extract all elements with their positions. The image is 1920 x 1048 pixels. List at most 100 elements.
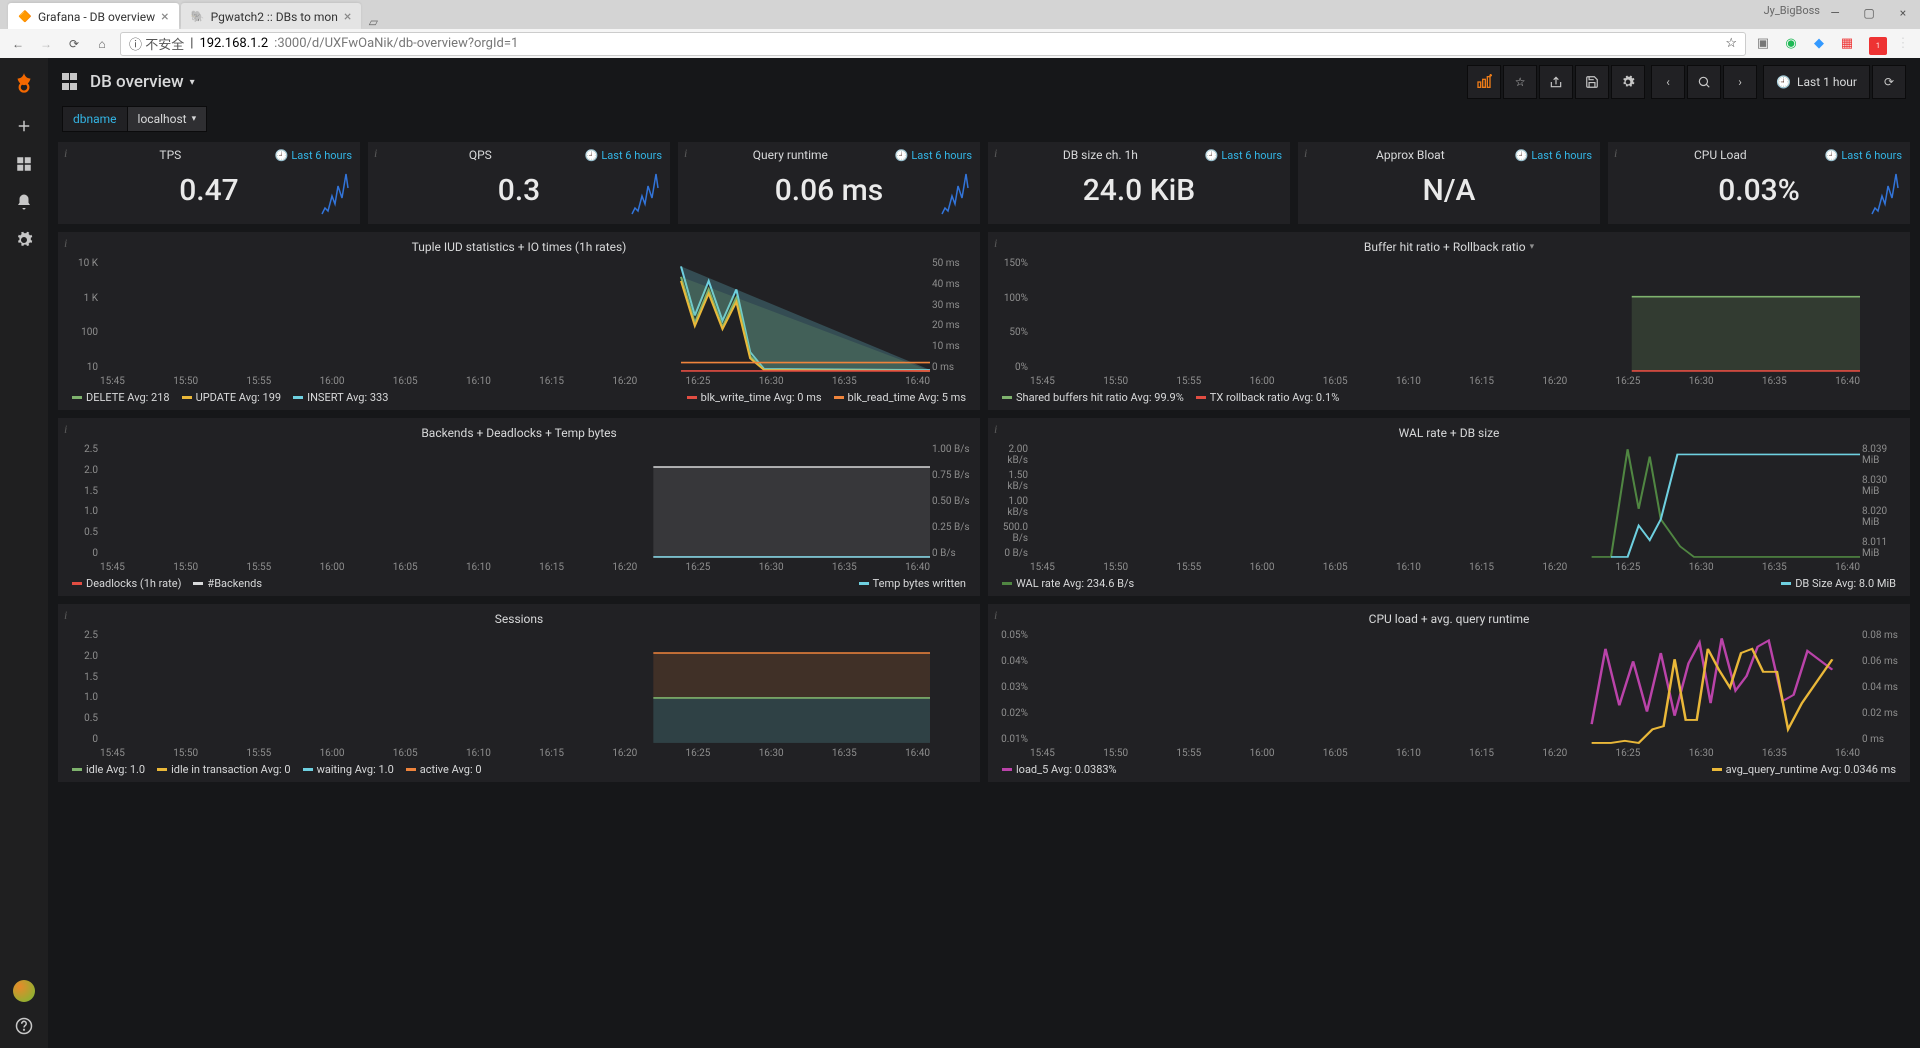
maximize-icon[interactable]: ▢: [1852, 0, 1886, 26]
stat-panel[interactable]: i QPS 🕘Last 6 hours 0.3: [368, 142, 670, 224]
legend-item[interactable]: avg_query_runtime Avg: 0.0346 ms: [1712, 763, 1896, 776]
stat-range-link[interactable]: 🕘Last 6 hours: [1515, 149, 1592, 162]
help-icon[interactable]: [14, 1016, 34, 1036]
panel-title[interactable]: WAL rate + DB size: [996, 424, 1902, 444]
legend-item[interactable]: waiting Avg: 1.0: [303, 763, 394, 776]
panel-cpu[interactable]: i CPU load + avg. query runtime 0.05%0.0…: [988, 604, 1910, 782]
alert-icon[interactable]: [14, 192, 34, 212]
ext-red-icon[interactable]: ▦: [1838, 35, 1856, 53]
new-tab-button[interactable]: ▱: [363, 15, 383, 29]
panel-title[interactable]: Sessions: [66, 610, 972, 630]
panel-sessions[interactable]: i Sessions 2.52.01.51.00.50 15:4515:5015…: [58, 604, 980, 782]
stat-panel[interactable]: i CPU Load 🕘Last 6 hours 0.03%: [1608, 142, 1910, 224]
settings-button[interactable]: [1611, 65, 1645, 99]
home-icon[interactable]: ⌂: [92, 34, 112, 54]
stat-range-link[interactable]: 🕘Last 6 hours: [895, 149, 972, 162]
add-panel-button[interactable]: [1467, 65, 1501, 99]
panel-tuple-io[interactable]: i Tuple IUD statistics + IO times (1h ra…: [58, 232, 980, 410]
ext-badge-icon[interactable]: ▤1: [1866, 35, 1884, 53]
info-icon[interactable]: i: [684, 146, 687, 161]
save-button[interactable]: [1575, 65, 1609, 99]
panel-backends[interactable]: i Backends + Deadlocks + Temp bytes 2.52…: [58, 418, 980, 596]
variable-dropdown[interactable]: localhost▾: [128, 106, 208, 132]
legend-item[interactable]: active Avg: 0: [406, 763, 482, 776]
zoom-out-button[interactable]: [1687, 65, 1721, 99]
legend-item[interactable]: Deadlocks (1h rate): [72, 577, 181, 590]
panel-title[interactable]: Buffer hit ratio + Rollback ratio ▾: [996, 238, 1902, 258]
legend-item[interactable]: WAL rate Avg: 234.6 B/s: [1002, 577, 1134, 590]
stat-panel[interactable]: i TPS 🕘Last 6 hours 0.47: [58, 142, 360, 224]
info-icon[interactable]: i: [64, 146, 67, 161]
menu-icon[interactable]: ⋮: [1894, 35, 1912, 53]
legend-item[interactable]: TX rollback ratio Avg: 0.1%: [1196, 391, 1339, 404]
url-input[interactable]: ⓘ 不安全 | 192.168.1.2:3000/d/UXFwOaNik/db-…: [120, 32, 1746, 56]
dashboards-icon[interactable]: [14, 154, 34, 174]
legend-item[interactable]: blk_write_time Avg: 0 ms: [687, 391, 822, 404]
panel-buffer-ratio[interactable]: i Buffer hit ratio + Rollback ratio ▾ 15…: [988, 232, 1910, 410]
info-icon[interactable]: i: [994, 422, 997, 437]
pocket-icon[interactable]: ▣: [1754, 35, 1772, 53]
panel-title[interactable]: Backends + Deadlocks + Temp bytes: [66, 424, 972, 444]
plot-area[interactable]: [1030, 444, 1860, 559]
plot-area[interactable]: [100, 630, 930, 745]
panel-wal[interactable]: i WAL rate + DB size 2.00 kB/s1.50 kB/s1…: [988, 418, 1910, 596]
legend-item[interactable]: idle in transaction Avg: 0: [157, 763, 290, 776]
info-icon[interactable]: i: [1614, 146, 1617, 161]
stat-range-link[interactable]: 🕘Last 6 hours: [1825, 149, 1902, 162]
panel-title[interactable]: Tuple IUD statistics + IO times (1h rate…: [66, 238, 972, 258]
stat-panel[interactable]: i DB size ch. 1h 🕘Last 6 hours 24.0 KiB: [988, 142, 1290, 224]
plot-area[interactable]: [1030, 258, 1860, 373]
info-icon[interactable]: i: [994, 146, 997, 161]
legend-item[interactable]: DB Size Avg: 8.0 MiB: [1781, 577, 1896, 590]
star-button[interactable]: ☆: [1503, 65, 1537, 99]
info-icon[interactable]: i: [64, 608, 67, 623]
close-icon[interactable]: ×: [344, 9, 351, 25]
minimize-icon[interactable]: —: [1818, 0, 1852, 26]
time-back-button[interactable]: ‹: [1651, 65, 1685, 99]
stat-panel[interactable]: i Query runtime 🕘Last 6 hours 0.06 ms: [678, 142, 980, 224]
stat-range-link[interactable]: 🕘Last 6 hours: [585, 149, 662, 162]
plot-area[interactable]: [100, 258, 930, 373]
close-icon[interactable]: ×: [161, 9, 168, 25]
star-icon[interactable]: ☆: [1725, 36, 1737, 51]
reload-icon[interactable]: ⟳: [64, 34, 84, 54]
legend-item[interactable]: INSERT Avg: 333: [293, 391, 388, 404]
info-icon[interactable]: i: [64, 236, 67, 251]
adblock-icon[interactable]: ◉: [1782, 35, 1800, 53]
legend-item[interactable]: #Backends: [193, 577, 262, 590]
time-range-picker[interactable]: 🕘 Last 1 hour: [1763, 65, 1870, 99]
forward-icon[interactable]: →: [36, 34, 56, 54]
info-icon[interactable]: i: [994, 236, 997, 251]
gear-icon[interactable]: [14, 230, 34, 250]
info-icon[interactable]: ⓘ 不安全: [129, 34, 184, 53]
close-icon[interactable]: ×: [1886, 0, 1920, 26]
legend-item[interactable]: blk_read_time Avg: 5 ms: [834, 391, 966, 404]
stat-range-link[interactable]: 🕘Last 6 hours: [1205, 149, 1282, 162]
info-icon[interactable]: i: [994, 608, 997, 623]
plus-icon[interactable]: [14, 116, 34, 136]
legend-item[interactable]: Shared buffers hit ratio Avg: 99.9%: [1002, 391, 1184, 404]
legend-item[interactable]: DELETE Avg: 218: [72, 391, 170, 404]
browser-tab-active[interactable]: 🔶 Grafana - DB overview ×: [8, 3, 179, 29]
info-icon[interactable]: i: [1304, 146, 1307, 161]
info-icon[interactable]: i: [64, 422, 67, 437]
user-avatar-icon[interactable]: [13, 980, 35, 1002]
share-button[interactable]: [1539, 65, 1573, 99]
legend-item[interactable]: Temp bytes written: [859, 577, 966, 590]
browser-tab[interactable]: 🐘 Pgwatch2 :: DBs to mon ×: [181, 3, 362, 29]
refresh-button[interactable]: ⟳: [1872, 65, 1906, 99]
dashboard-grid-icon[interactable]: [62, 73, 80, 91]
plot-area[interactable]: [1030, 630, 1860, 745]
browser-user[interactable]: Jy_BigBoss: [1764, 4, 1820, 17]
plot-area[interactable]: [100, 444, 930, 559]
time-forward-button[interactable]: ›: [1723, 65, 1757, 99]
dashboard-title[interactable]: DB overview ▾: [90, 72, 195, 92]
stat-range-link[interactable]: 🕘Last 6 hours: [275, 149, 352, 162]
legend-item[interactable]: UPDATE Avg: 199: [182, 391, 282, 404]
legend-item[interactable]: load_5 Avg: 0.0383%: [1002, 763, 1117, 776]
info-icon[interactable]: i: [374, 146, 377, 161]
grafana-logo-icon[interactable]: [10, 70, 38, 98]
stat-panel[interactable]: i Approx Bloat 🕘Last 6 hours N/A: [1298, 142, 1600, 224]
panel-title[interactable]: CPU load + avg. query runtime: [996, 610, 1902, 630]
ext-blue-icon[interactable]: ◆: [1810, 35, 1828, 53]
